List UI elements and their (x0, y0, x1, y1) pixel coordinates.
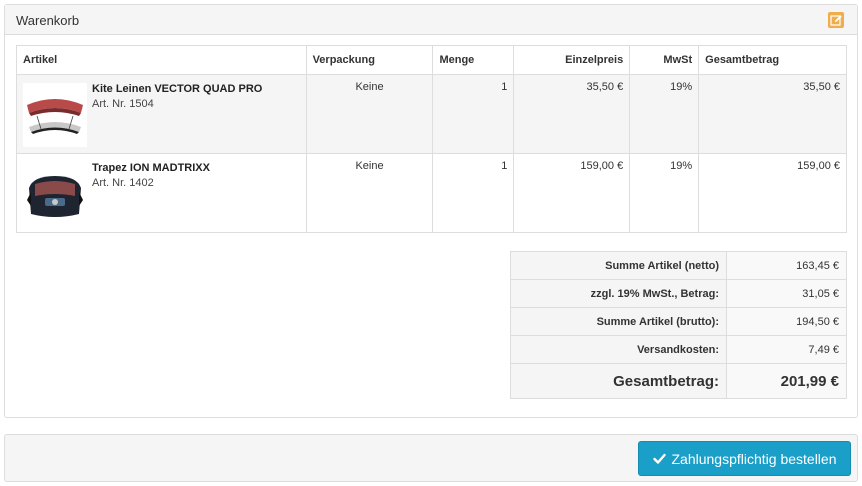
totals-row: Summe Artikel (brutto): 194,50 € (510, 307, 847, 336)
table-row: Trapez ION MADTRIXX Art. Nr. 1402 Keine … (16, 153, 847, 233)
totals-label: zzgl. 19% MwSt., Betrag: (510, 279, 727, 308)
place-order-button[interactable]: Zahlungspflichtig bestellen (638, 441, 851, 476)
column-header-mwst: MwSt (629, 45, 700, 75)
grand-total-label: Gesamtbetrag: (510, 363, 727, 399)
product-name: Kite Leinen VECTOR QUAD PRO (92, 83, 263, 95)
check-icon (652, 453, 666, 464)
totals-value: 31,05 € (726, 279, 847, 308)
kite-lines-product-image (23, 83, 87, 147)
column-header-artikel: Artikel (16, 45, 307, 75)
order-footer-panel: Zahlungspflichtig bestellen (4, 434, 858, 482)
cart-items-table: Artikel Verpackung Menge Einzelpreis MwS… (16, 45, 847, 233)
table-header-row: Artikel Verpackung Menge Einzelpreis MwS… (16, 45, 847, 75)
vat-cell: 19% (629, 74, 700, 154)
totals-table: Summe Artikel (netto) 163,45 € zzgl. 19%… (510, 251, 847, 399)
totals-row: Versandkosten: 7,49 € (510, 335, 847, 364)
packaging-cell: Keine (305, 153, 434, 233)
harness-product-image (23, 162, 87, 226)
totals-label: Versandkosten: (510, 335, 727, 364)
product-cell: Trapez ION MADTRIXX Art. Nr. 1402 (16, 153, 307, 233)
product-name: Trapez ION MADTRIXX (92, 162, 210, 174)
totals-value: 163,45 € (726, 251, 847, 280)
totals-row: Summe Artikel (netto) 163,45 € (510, 251, 847, 280)
grand-total-row: Gesamtbetrag: 201,99 € (510, 363, 847, 399)
packaging-cell: Keine (305, 74, 434, 154)
column-header-gesamtbetrag: Gesamtbetrag (698, 45, 847, 75)
line-total-cell: 35,50 € (698, 74, 847, 154)
totals-value: 7,49 € (726, 335, 847, 364)
totals-row: zzgl. 19% MwSt., Betrag: 31,05 € (510, 279, 847, 308)
quantity-cell: 1 (432, 153, 515, 233)
unit-price-cell: 159,00 € (513, 153, 631, 233)
product-article-number: Art. Nr. 1504 (92, 98, 154, 110)
line-total-cell: 159,00 € (698, 153, 847, 233)
table-row: Kite Leinen VECTOR QUAD PRO Art. Nr. 150… (16, 74, 847, 154)
totals-label: Summe Artikel (brutto): (510, 307, 727, 336)
unit-price-cell: 35,50 € (513, 74, 631, 154)
cart-title: Warenkorb (16, 13, 80, 28)
product-article-number: Art. Nr. 1402 (92, 177, 154, 189)
cart-panel-header: Warenkorb (5, 5, 857, 35)
edit-cart-button[interactable] (828, 12, 844, 28)
column-header-menge: Menge (432, 45, 515, 75)
quantity-cell: 1 (432, 74, 515, 154)
pencil-square-icon (830, 15, 842, 26)
totals-value: 194,50 € (726, 307, 847, 336)
place-order-label: Zahlungspflichtig bestellen (671, 450, 837, 467)
cart-panel: Warenkorb Artikel Verpackung Menge Einze… (4, 4, 858, 418)
product-cell: Kite Leinen VECTOR QUAD PRO Art. Nr. 150… (16, 74, 307, 154)
column-header-einzelpreis: Einzelpreis (513, 45, 631, 75)
vat-cell: 19% (629, 153, 700, 233)
grand-total-value: 201,99 € (726, 363, 847, 399)
totals-label: Summe Artikel (netto) (510, 251, 727, 280)
column-header-verpackung: Verpackung (305, 45, 434, 75)
